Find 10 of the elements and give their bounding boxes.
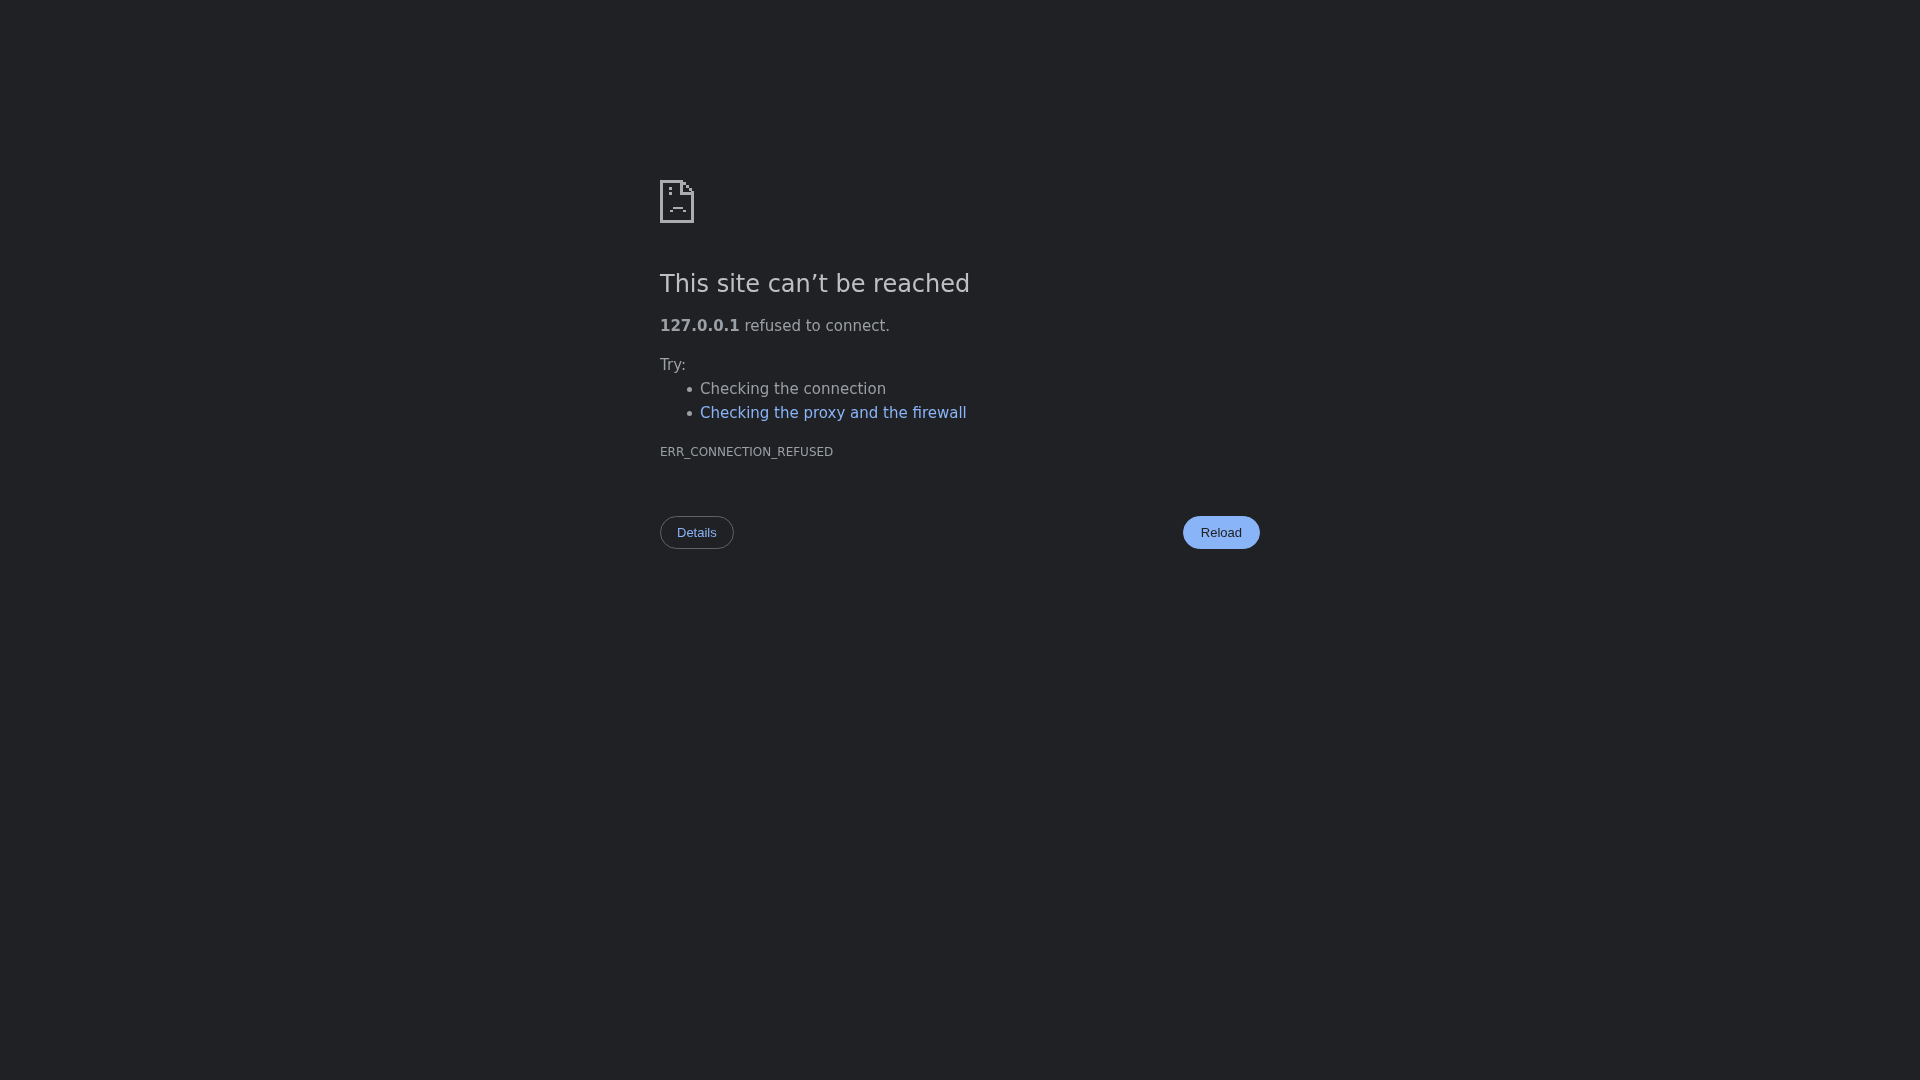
sad-document-icon [660,180,694,223]
bullet-icon [687,410,692,416]
bullet-icon [687,386,692,392]
reload-button[interactable]: Reload [1182,516,1260,549]
error-code: ERR_CONNECTION_REFUSED [660,444,834,461]
suggestion-text: Checking the connection [700,378,887,400]
suggestion-link[interactable]: Checking the proxy and the firewall [700,401,967,425]
suggestions-label: Try: [660,355,686,376]
error-message: 127.0.0.1 refused to connect. [660,316,891,337]
error-heading: This site can’t be reached [660,269,971,299]
